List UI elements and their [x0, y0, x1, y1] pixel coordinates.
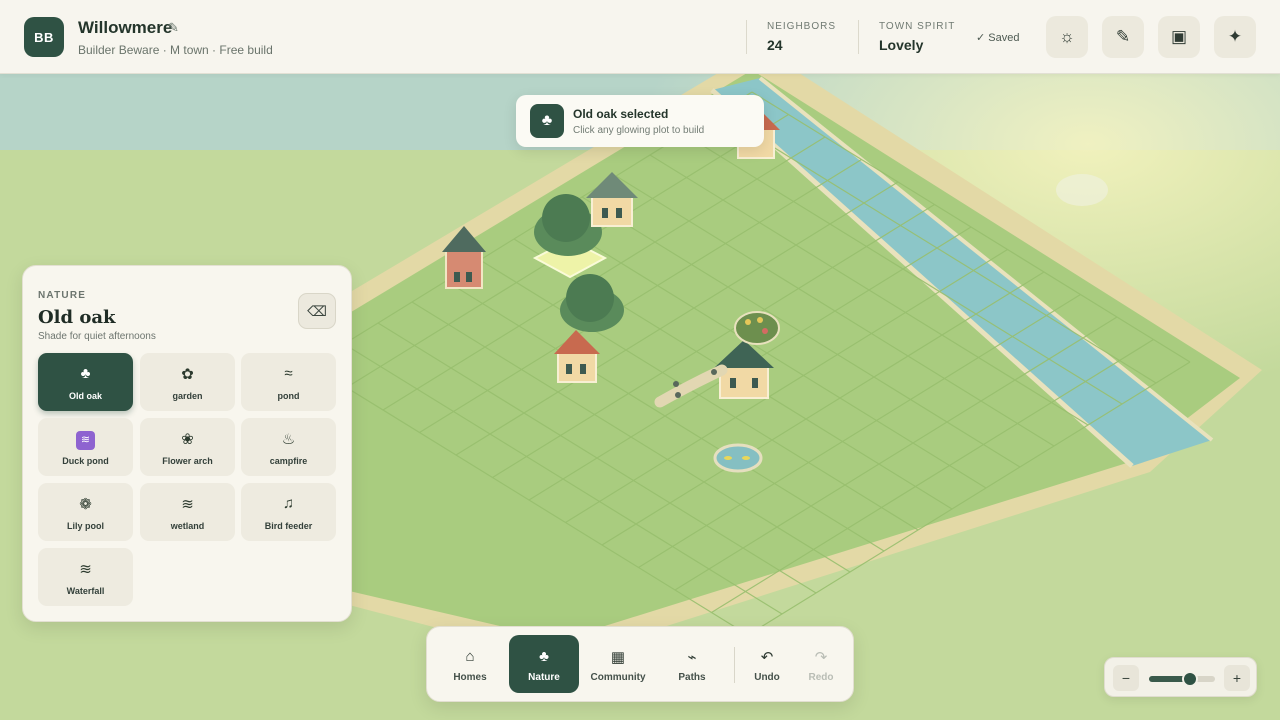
town-spirit-value: Lovely: [879, 37, 924, 53]
flower-icon: ✿: [181, 366, 194, 383]
top-bar: BB Willowmere ✎ Builder Beware · M town …: [0, 0, 1280, 74]
tool-label: Community: [590, 672, 646, 683]
item-garden[interactable]: ✿ garden: [140, 353, 235, 411]
item-waterfall[interactable]: ≋ Waterfall: [38, 548, 133, 606]
tool-community[interactable]: ▦ Community: [583, 635, 653, 693]
item-label: Bird feeder: [264, 521, 313, 531]
tool-label: Homes: [453, 672, 487, 683]
pencil-icon[interactable]: ✎: [168, 20, 179, 36]
category-label: NATURE: [38, 290, 87, 301]
grid-icon: ▦: [610, 649, 626, 666]
item-wetland[interactable]: ≋ wetland: [140, 483, 235, 541]
lily-icon: ❁: [79, 496, 92, 513]
item-label: wetland: [170, 521, 205, 531]
cloud: [1056, 174, 1108, 206]
divider: [858, 20, 859, 54]
music-note-icon: ♫: [282, 495, 295, 512]
zoom-out-button[interactable]: −: [1113, 665, 1139, 691]
app-logo[interactable]: BB: [24, 17, 64, 57]
toast-title: Old oak selected: [573, 107, 669, 121]
selection-toast: ♣ Old oak selected Click any glowing plo…: [516, 95, 764, 147]
item-label: Duck pond: [62, 456, 109, 466]
zoom-in-button[interactable]: +: [1224, 665, 1250, 691]
club-icon: ♣: [80, 365, 91, 382]
edit-button[interactable]: ✎: [1102, 16, 1144, 58]
redo-button[interactable]: ↷ Redo: [786, 635, 856, 693]
saved-status: ✓ Saved: [976, 32, 1020, 44]
item-label: pond: [277, 391, 300, 401]
item-label: Flower arch: [162, 456, 213, 466]
selected-item-title: Old oak: [38, 307, 116, 328]
zoom-slider[interactable]: [1149, 671, 1215, 687]
pencil-icon: ✎: [1115, 27, 1131, 46]
tool-label: Nature: [528, 672, 560, 683]
item-lily-pool[interactable]: ❁ Lily pool: [38, 483, 133, 541]
item-label: garden: [172, 391, 203, 401]
flower-garden[interactable]: [734, 311, 780, 345]
small-pond[interactable]: [713, 443, 763, 473]
sparkle-button[interactable]: ✦: [1214, 16, 1256, 58]
item-label: Lily pool: [67, 521, 104, 531]
item-duck-pond[interactable]: ≋ Duck pond: [38, 418, 133, 476]
tool-nature[interactable]: ♣ Nature: [509, 635, 579, 693]
divider: [746, 20, 747, 54]
town-name[interactable]: Willowmere: [78, 18, 172, 38]
item-label: campfire: [269, 456, 308, 466]
neighbors-label: NEIGHBORS: [767, 21, 837, 32]
item-pond[interactable]: ≈ pond: [241, 353, 336, 411]
build-panel: NATURE Old oak Shade for quiet afternoon…: [22, 265, 352, 622]
tool-homes[interactable]: ⌂ Homes: [435, 635, 505, 693]
zoom-control: − +: [1104, 657, 1257, 697]
toast-subtitle: Click any glowing plot to build: [573, 125, 705, 136]
wetland-icon: ≋: [181, 496, 194, 513]
item-bird-feeder[interactable]: ♫ Bird feeder: [241, 483, 336, 541]
club-icon: ♣: [539, 648, 549, 665]
item-label: Waterfall: [66, 586, 105, 596]
town-subtitle: Builder Beware · M town · Free build: [78, 43, 273, 57]
club-icon: ♣: [530, 104, 564, 138]
item-label: Old oak: [68, 391, 102, 401]
blossom-icon: ❀: [181, 431, 194, 448]
campfire-icon: ♨: [281, 431, 296, 448]
sun-icon: ☼: [1059, 27, 1075, 46]
item-flower-arch[interactable]: ❀ Flower arch: [140, 418, 235, 476]
neighbors-count: 24: [767, 37, 783, 53]
item-campfire[interactable]: ♨ campfire: [241, 418, 336, 476]
water-badge-icon: ≋: [38, 430, 133, 450]
home-icon: ⌂: [465, 648, 475, 665]
frame-button[interactable]: ▣: [1158, 16, 1200, 58]
tool-paths[interactable]: ⌁ Paths: [657, 635, 727, 693]
item-old-oak[interactable]: ♣ Old oak: [38, 353, 133, 411]
frame-icon: ▣: [1170, 27, 1188, 46]
build-toolbar: ⌂ Homes ♣ Nature ▦ Community ⌁ Paths ↶ U…: [426, 626, 854, 702]
light-mode-button[interactable]: ☼: [1046, 16, 1088, 58]
tool-label: Paths: [678, 672, 706, 683]
selected-item-description: Shade for quiet afternoons: [38, 331, 156, 342]
zoom-slider-thumb[interactable]: [1181, 671, 1198, 687]
water-badge-icon: ≋: [76, 431, 95, 450]
sparkle-icon: ✦: [1227, 27, 1243, 46]
erase-icon: ⌫: [307, 302, 327, 319]
town-spirit-label: TOWN SPIRIT: [879, 21, 956, 32]
redo-icon: ↷: [814, 649, 828, 666]
tool-label: Redo: [808, 672, 834, 683]
path-icon: ⌁: [687, 649, 697, 666]
erase-button[interactable]: ⌫: [298, 293, 336, 329]
waterfall-icon: ≋: [79, 561, 92, 578]
wave-icon: ≈: [284, 365, 293, 382]
